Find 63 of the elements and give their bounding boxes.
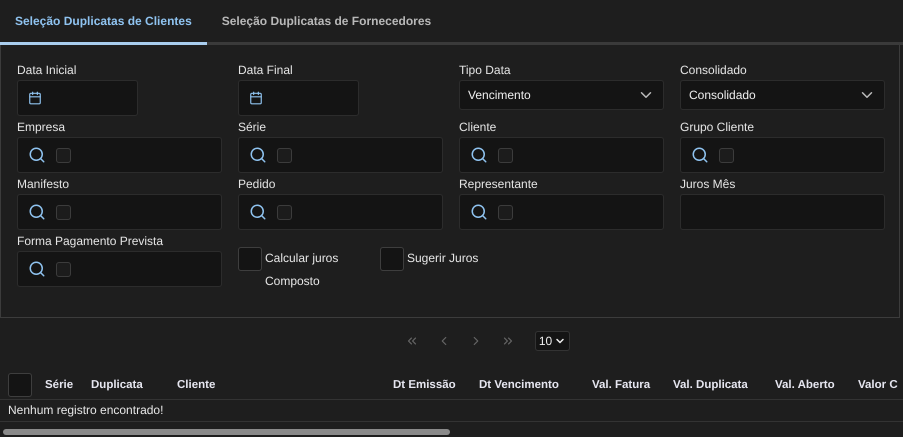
field-label: Grupo Cliente: [680, 119, 756, 136]
search-icon: [28, 203, 46, 221]
date-field[interactable]: [17, 80, 138, 116]
lookup-field[interactable]: [459, 194, 664, 230]
column-header: Cliente: [177, 378, 216, 390]
calendar-icon: [249, 91, 263, 105]
column-header: Val. Aberto: [775, 378, 836, 390]
checkbox[interactable]: [56, 262, 71, 276]
empty-message: Nenhum registro encontrado!: [0, 400, 903, 422]
checkbox[interactable]: [719, 148, 734, 162]
tab[interactable]: Seleção Duplicatas de Clientes: [0, 0, 207, 45]
field-label: Manifesto: [17, 176, 70, 193]
column-header: Série: [45, 378, 74, 390]
column-header: Dt Emissão: [393, 378, 457, 390]
lookup-field[interactable]: [17, 194, 222, 230]
dropdown[interactable]: Vencimento: [459, 80, 664, 110]
lookup-field[interactable]: [238, 194, 443, 230]
checkbox[interactable]: [238, 247, 262, 271]
dropdown[interactable]: Consolidado: [680, 80, 885, 110]
search-icon: [691, 146, 709, 164]
checkbox[interactable]: [277, 148, 292, 162]
search-icon: [28, 146, 46, 164]
input-field[interactable]: [680, 194, 885, 230]
search-icon: [470, 146, 488, 164]
field-label: Pedido: [238, 176, 276, 193]
date-field[interactable]: [238, 80, 359, 116]
search-icon: [249, 203, 267, 221]
checkbox-label: Calcular juros Composto: [265, 250, 340, 290]
checkbox[interactable]: [277, 204, 292, 220]
checkbox[interactable]: [56, 148, 71, 162]
field-label: Data Final: [238, 62, 294, 79]
checkbox[interactable]: [498, 204, 513, 220]
scrollbar-thumb[interactable]: [3, 429, 450, 435]
calendar-icon: [28, 91, 42, 105]
field-label: Representante: [459, 176, 539, 193]
checkbox[interactable]: [380, 247, 404, 271]
field-label: Cliente: [459, 119, 498, 136]
lookup-field[interactable]: [17, 251, 222, 287]
lookup-field[interactable]: [459, 137, 664, 173]
tab[interactable]: Seleção Duplicatas de Fornecedores: [206, 0, 446, 45]
page-size-select[interactable]: 10: [534, 331, 570, 351]
search-icon: [28, 260, 46, 278]
search-icon: [470, 203, 488, 221]
field-label: Forma Pagamento Prevista: [17, 233, 164, 250]
column-header: Val. Fatura: [592, 378, 652, 390]
select-all-checkbox[interactable]: [8, 372, 32, 396]
column-header: Val. Duplicata: [673, 378, 749, 390]
checkbox-label: Sugerir Juros: [407, 250, 480, 267]
field-label: Empresa: [17, 119, 66, 136]
checkbox[interactable]: [498, 148, 513, 162]
column-header: Valor C: [858, 378, 899, 390]
field-label: Tipo Data: [459, 62, 512, 79]
field-label: Consolidado: [680, 62, 748, 79]
lookup-field[interactable]: [238, 137, 443, 173]
search-icon: [249, 146, 267, 164]
field-label: Data Inicial: [17, 62, 78, 79]
field-label: Juros Mês: [680, 176, 736, 193]
checkbox[interactable]: [56, 204, 71, 220]
column-header: Dt Vencimento: [479, 378, 560, 390]
column-header: Duplicata: [91, 378, 144, 390]
lookup-field[interactable]: [17, 137, 222, 173]
field-label: Série: [238, 119, 268, 136]
lookup-field[interactable]: [680, 137, 885, 173]
